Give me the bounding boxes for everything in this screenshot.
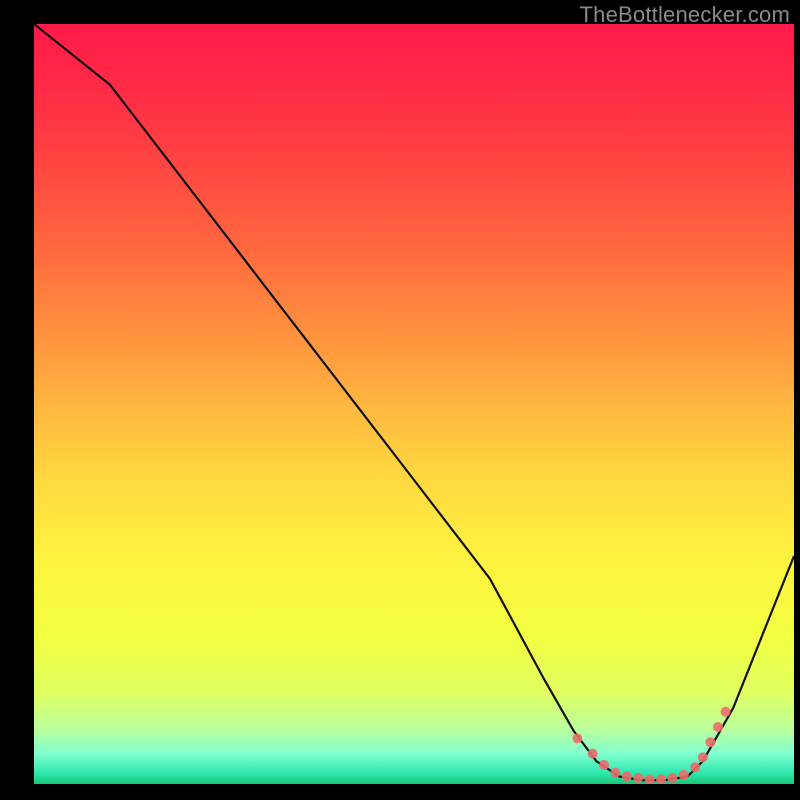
data-marker [622,771,632,781]
data-marker [599,760,609,770]
data-marker [633,773,643,783]
data-marker [572,733,582,743]
data-marker [656,774,666,784]
data-marker [690,762,700,772]
data-marker [645,774,655,784]
data-marker [610,768,620,778]
data-marker [588,749,598,759]
data-marker [679,770,689,780]
data-marker [721,707,731,717]
data-marker [698,752,708,762]
data-marker [713,722,723,732]
chart-canvas [34,24,794,784]
gradient-background [34,24,794,784]
watermark-text: TheBottlenecker.com [580,2,790,28]
data-marker [667,773,677,783]
data-marker [705,737,715,747]
